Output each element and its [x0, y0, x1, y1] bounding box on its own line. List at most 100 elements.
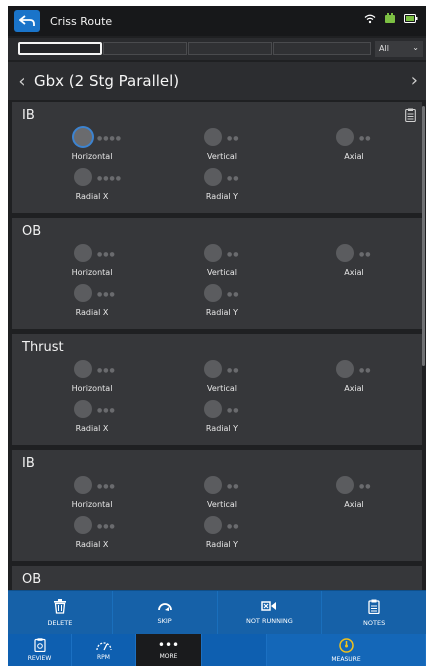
trash-icon [53, 598, 66, 614]
measurement-point-horizontal[interactable]: ●●● Horizontal [47, 476, 137, 509]
point-indicator-dots: ●● [227, 175, 240, 182]
clipboard-icon[interactable] [405, 108, 416, 122]
next-asset-icon[interactable]: › [411, 70, 418, 91]
not-running-label: NOT RUNNING [245, 617, 293, 625]
measurement-point-horizontal[interactable]: ●●● Horizontal [47, 360, 137, 393]
point-label: Radial X [75, 192, 109, 201]
measurement-point-vertical[interactable]: ●● Vertical [177, 476, 267, 509]
point-status-icon [74, 128, 92, 146]
nav-rpm-label: RPM [97, 653, 110, 661]
location-title: OB [22, 572, 42, 587]
notes-label: NOTES [363, 618, 386, 627]
route-progress-row: All ⌄ [8, 38, 426, 60]
measurement-point-radial-y[interactable]: ●● Radial Y [177, 284, 267, 317]
chevron-down-icon: ⌄ [412, 43, 419, 52]
back-button[interactable] [14, 10, 40, 32]
measurement-point-radial-y[interactable]: ●● Radial Y [177, 400, 267, 433]
nav-measure-label: MEASURE [331, 655, 361, 663]
point-status-icon [204, 284, 222, 302]
nav-measure-tab[interactable]: MEASURE [266, 634, 426, 666]
measurement-point-axial[interactable]: ●● Axial [309, 360, 399, 393]
point-indicator-dots: ●● [227, 251, 240, 258]
point-label: Radial X [75, 424, 109, 433]
point-status-icon [74, 516, 92, 534]
location-section: IB ●●● Horizontal ●● Vertical ●● Axial ●… [12, 450, 422, 561]
point-status-icon [204, 360, 222, 378]
point-status-icon [336, 360, 354, 378]
previous-asset-icon[interactable]: ‹ [12, 71, 32, 92]
point-indicator-dots: ●● [227, 407, 240, 414]
asset-header: ‹ Gbx (2 Stg Parallel) › [8, 62, 426, 100]
point-label: Axial [344, 384, 364, 393]
point-status-icon [74, 400, 92, 418]
filter-selected-value: All [379, 44, 389, 53]
measurement-point-axial[interactable]: ●● Axial [309, 128, 399, 161]
location-section: IB ●●●● Horizontal ●● Vertical ●● Axial [12, 102, 422, 213]
progress-segment[interactable] [103, 42, 187, 55]
point-indicator-dots: ●● [227, 135, 240, 142]
nav-review-tab[interactable]: REVIEW [8, 634, 72, 666]
point-indicator-dots: ●●● [97, 367, 116, 374]
nav-more-label: MORE [159, 653, 178, 660]
point-status-icon [204, 476, 222, 494]
progress-segment[interactable] [188, 42, 272, 55]
back-arrow-icon [19, 15, 35, 26]
delete-button[interactable]: DELETE [8, 591, 113, 634]
nav-more-tab[interactable]: ••• MORE [136, 634, 202, 666]
tachometer-icon [95, 641, 112, 650]
notes-button[interactable]: NOTES [322, 591, 426, 634]
location-title: Thrust [22, 340, 64, 355]
point-status-icon [204, 168, 222, 186]
point-label: Axial [344, 152, 364, 161]
point-indicator-dots: ●● [359, 251, 372, 258]
point-status-icon [336, 476, 354, 494]
point-indicator-dots: ●● [359, 135, 372, 142]
measurement-point-axial[interactable]: ●● Axial [309, 244, 399, 277]
measurement-point-horizontal[interactable]: ●●●● Horizontal [47, 128, 137, 161]
point-indicator-dots: ●●● [97, 483, 116, 490]
measurement-point-vertical[interactable]: ●● Vertical [177, 244, 267, 277]
measurement-point-radial-x[interactable]: ●●● Radial X [47, 516, 137, 549]
location-title: IB [22, 108, 35, 123]
measurement-point-horizontal[interactable]: ●●● Horizontal [47, 244, 137, 277]
measurement-point-axial[interactable]: ●● Axial [309, 476, 399, 509]
measurement-point-list[interactable]: IB ●●●● Horizontal ●● Vertical ●● Axial [12, 102, 422, 590]
measurement-point-radial-y[interactable]: ●● Radial Y [177, 516, 267, 549]
measurement-point-radial-x[interactable]: ●●●● Radial X [47, 168, 137, 201]
measurement-point-radial-y[interactable]: ●● Radial Y [177, 168, 267, 201]
point-label: Radial X [75, 540, 109, 549]
point-label: Horizontal [71, 384, 113, 393]
list-scrollbar[interactable] [422, 106, 425, 366]
measurement-point-vertical[interactable]: ●● Vertical [177, 360, 267, 393]
point-indicator-dots: ●● [359, 483, 372, 490]
clipboard-icon [368, 599, 380, 614]
not-running-icon [261, 601, 277, 611]
point-indicator-dots: ●● [227, 523, 240, 530]
location-title: OB [22, 224, 42, 239]
point-indicator-dots: ●●● [97, 291, 116, 298]
measurement-point-radial-x[interactable]: ●●● Radial X [47, 400, 137, 433]
point-status-icon [336, 244, 354, 262]
measurement-point-vertical[interactable]: ●● Vertical [177, 128, 267, 161]
point-label: Radial Y [205, 192, 239, 201]
route-progress-bar [18, 42, 373, 55]
progress-segment[interactable] [273, 42, 371, 55]
point-label: Horizontal [71, 152, 113, 161]
point-status-icon [204, 400, 222, 418]
measure-gauge-icon [338, 637, 354, 653]
point-indicator-dots: ●●● [97, 523, 116, 530]
point-indicator-dots: ●●● [97, 251, 116, 258]
skip-button[interactable]: SKIP [113, 591, 218, 634]
point-label: Radial Y [205, 424, 239, 433]
nav-rpm-tab[interactable]: RPM [72, 634, 136, 666]
delete-label: DELETE [47, 618, 73, 627]
asset-title: Gbx (2 Stg Parallel) [34, 72, 180, 90]
not-running-button[interactable]: NOT RUNNING [218, 591, 323, 634]
point-status-icon [74, 476, 92, 494]
location-section: OB ●●● Horizontal ●● Vertical ●● Axial ●… [12, 218, 422, 329]
measurement-point-radial-x[interactable]: ●●● Radial X [47, 284, 137, 317]
point-label: Radial X [75, 308, 109, 317]
filter-dropdown[interactable]: All ⌄ [375, 41, 423, 57]
progress-segment-current[interactable] [18, 42, 102, 55]
status-bar: Criss Route [8, 6, 426, 36]
